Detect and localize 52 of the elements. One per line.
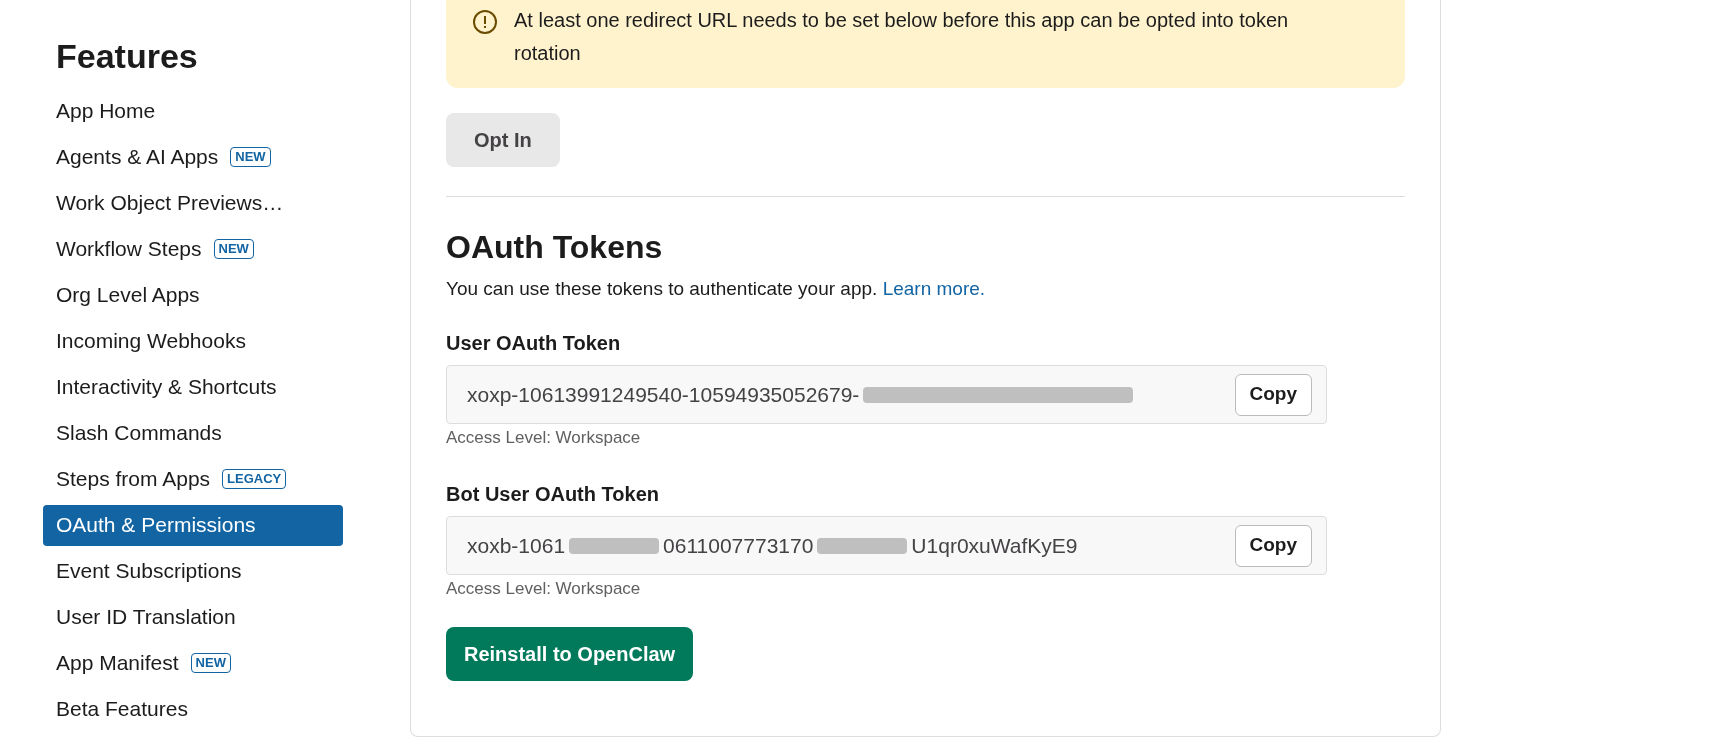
sidebar-item-label: Interactivity & Shortcuts [56,374,277,401]
sidebar-item-label: App Manifest [56,650,179,677]
token-value: xoxb-1061 [467,532,566,559]
token-field[interactable]: xoxb-1061 0611007773170 U1qr0xuWafKyE9 Copy [446,516,1327,575]
sidebar-heading: Features [55,36,199,77]
access-level-text: Access Level: Workspace [446,578,642,600]
sidebar-item-label: Incoming Webhooks [56,328,246,355]
sidebar-item[interactable]: Event Subscriptions [43,550,343,592]
sidebar-item[interactable]: Org Level Apps [43,274,343,316]
sidebar-item[interactable]: App Manifest NEW [43,642,343,684]
token-value: U1qr0xuWafKyE9 [911,532,1078,559]
learn-more-link[interactable]: Learn more. [882,278,986,299]
sidebar-item[interactable]: Slash Commands [43,412,343,454]
sidebar-item[interactable]: Work Object Previews… [43,182,343,224]
status-badge: NEW [230,147,271,167]
warning-text: At least one redirect URL needs to be set below before this app can be opted into token rotation [514,8,1290,66]
copy-button[interactable]: Copy [1234,373,1312,416]
token-value: 0611007773170 [663,532,814,559]
sidebar-item-label: User ID Translation [56,604,236,631]
sidebar-item-label: Beta Features [56,696,188,723]
sidebar-item[interactable]: Workflow Steps NEW [43,228,343,270]
section-title: OAuth Tokens [446,228,664,267]
access-level-text: Access Level: Workspace [446,427,642,449]
sidebar-item[interactable]: Incoming Webhooks [43,320,343,362]
reinstall-button[interactable]: Reinstall to OpenClaw [446,627,694,681]
sidebar-item[interactable]: Steps from Apps LEGACY [43,458,343,500]
sidebar-item-label: Agents & AI Apps [56,144,219,171]
field-label: User OAuth Token [446,331,622,356]
sidebar-item-label: Event Subscriptions [56,558,242,585]
sidebar-item[interactable]: User ID Translation [43,596,343,638]
sidebar-item-label: Steps from Apps [56,466,211,493]
status-badge: NEW [190,653,231,673]
sidebar-item-label: Work Object Previews… [56,190,284,217]
sidebar-item-label: App Home [56,98,156,125]
sidebar-item-label: OAuth & Permissions [56,512,256,539]
sidebar-item[interactable]: Beta Features [43,688,343,730]
sidebar-item[interactable]: Interactivity & Shortcuts [43,366,343,408]
token-field[interactable]: xoxp-10613991249540-10594935052679- Copy [446,365,1327,424]
token-value: xoxp-10613991249540-10594935052679- [467,381,860,408]
status-badge: LEGACY [222,469,287,489]
copy-button[interactable]: Copy [1234,524,1312,567]
section-description: You can use these tokens to authenticate your app. [446,278,878,299]
sidebar-item-label: Workflow Steps [56,236,202,263]
opt-in-button[interactable]: Opt In [446,113,560,167]
sidebar-item[interactable]: App Home [43,90,343,132]
status-badge: NEW [213,239,254,259]
sidebar-item-label: Slash Commands [56,420,222,447]
field-label: Bot User OAuth Token [446,482,660,507]
exclamation-circle-icon [472,9,498,35]
sidebar-item-label: Org Level Apps [56,282,200,309]
sidebar-item[interactable]: Agents & AI Apps NEW [43,136,343,178]
sidebar-item[interactable]: OAuth & Permissions [43,504,343,546]
